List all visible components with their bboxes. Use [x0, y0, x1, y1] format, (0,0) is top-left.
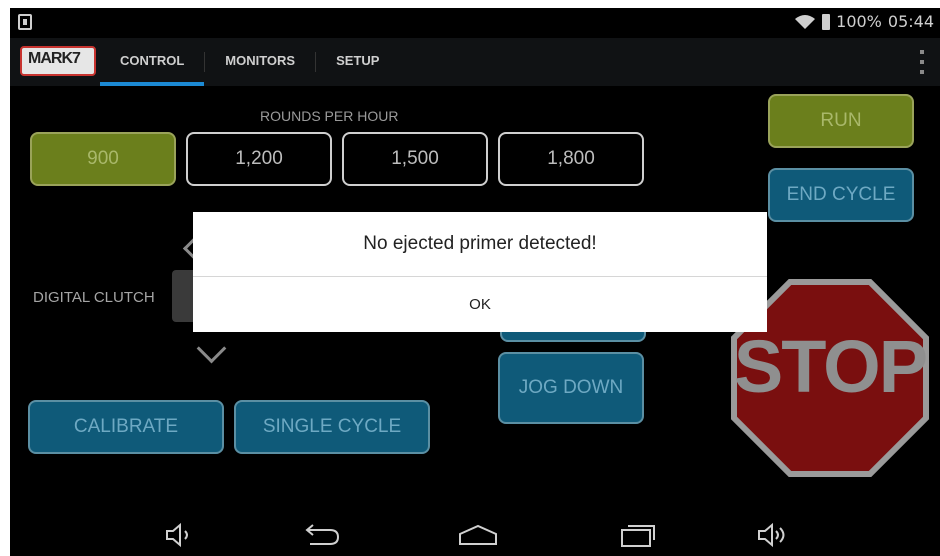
jog-down-button[interactable]: JOG DOWN — [498, 352, 644, 424]
tab-monitors[interactable]: MONITORS — [205, 38, 315, 86]
status-right: 100% 05:44 — [794, 12, 934, 31]
notification-icon — [18, 14, 32, 30]
chevron-down-icon[interactable] — [196, 333, 227, 364]
navigation-bar — [10, 512, 940, 556]
volume-down-icon[interactable] — [164, 522, 196, 548]
tablet-screen: 100% 05:44 MARK7 CONTROL MONITORS SETUP … — [10, 8, 940, 556]
rph-1500-button[interactable]: 1,500 — [342, 132, 488, 186]
volume-up-icon[interactable] — [756, 522, 792, 548]
status-bar: 100% 05:44 — [10, 8, 940, 38]
rph-1800-button[interactable]: 1,800 — [498, 132, 644, 186]
end-cycle-button[interactable]: END CYCLE — [768, 168, 914, 222]
clock: 05:44 — [887, 12, 934, 31]
logo-text: MARK7 — [28, 50, 81, 67]
battery-icon — [822, 13, 831, 30]
tab-control[interactable]: CONTROL — [100, 38, 205, 86]
digital-clutch-label: DIGITAL CLUTCH — [33, 289, 155, 306]
tab-setup[interactable]: SETUP — [316, 38, 399, 86]
tab-bar: CONTROL MONITORS SETUP — [100, 38, 399, 86]
run-button[interactable]: RUN — [768, 94, 914, 148]
overflow-menu-icon[interactable] — [920, 50, 924, 74]
battery-level: 100% — [836, 12, 882, 31]
app-logo: MARK7 — [20, 46, 96, 76]
calibrate-button[interactable]: CALIBRATE — [28, 400, 224, 454]
wifi-icon — [795, 14, 816, 29]
alert-dialog: No ejected primer detected! OK — [193, 212, 767, 332]
rph-1200-button[interactable]: 1,200 — [186, 132, 332, 186]
action-bar: MARK7 CONTROL MONITORS SETUP — [10, 38, 940, 86]
single-cycle-button[interactable]: SINGLE CYCLE — [234, 400, 430, 454]
stop-label: STOP — [733, 325, 928, 408]
back-icon[interactable] — [300, 522, 342, 548]
dialog-message: No ejected primer detected! — [193, 212, 767, 277]
dialog-ok-button[interactable]: OK — [193, 277, 767, 333]
home-icon[interactable] — [456, 522, 500, 548]
rph-900-button[interactable]: 900 — [30, 132, 176, 186]
recent-apps-icon[interactable] — [618, 522, 658, 548]
rounds-per-hour-label: ROUNDS PER HOUR — [260, 108, 399, 124]
